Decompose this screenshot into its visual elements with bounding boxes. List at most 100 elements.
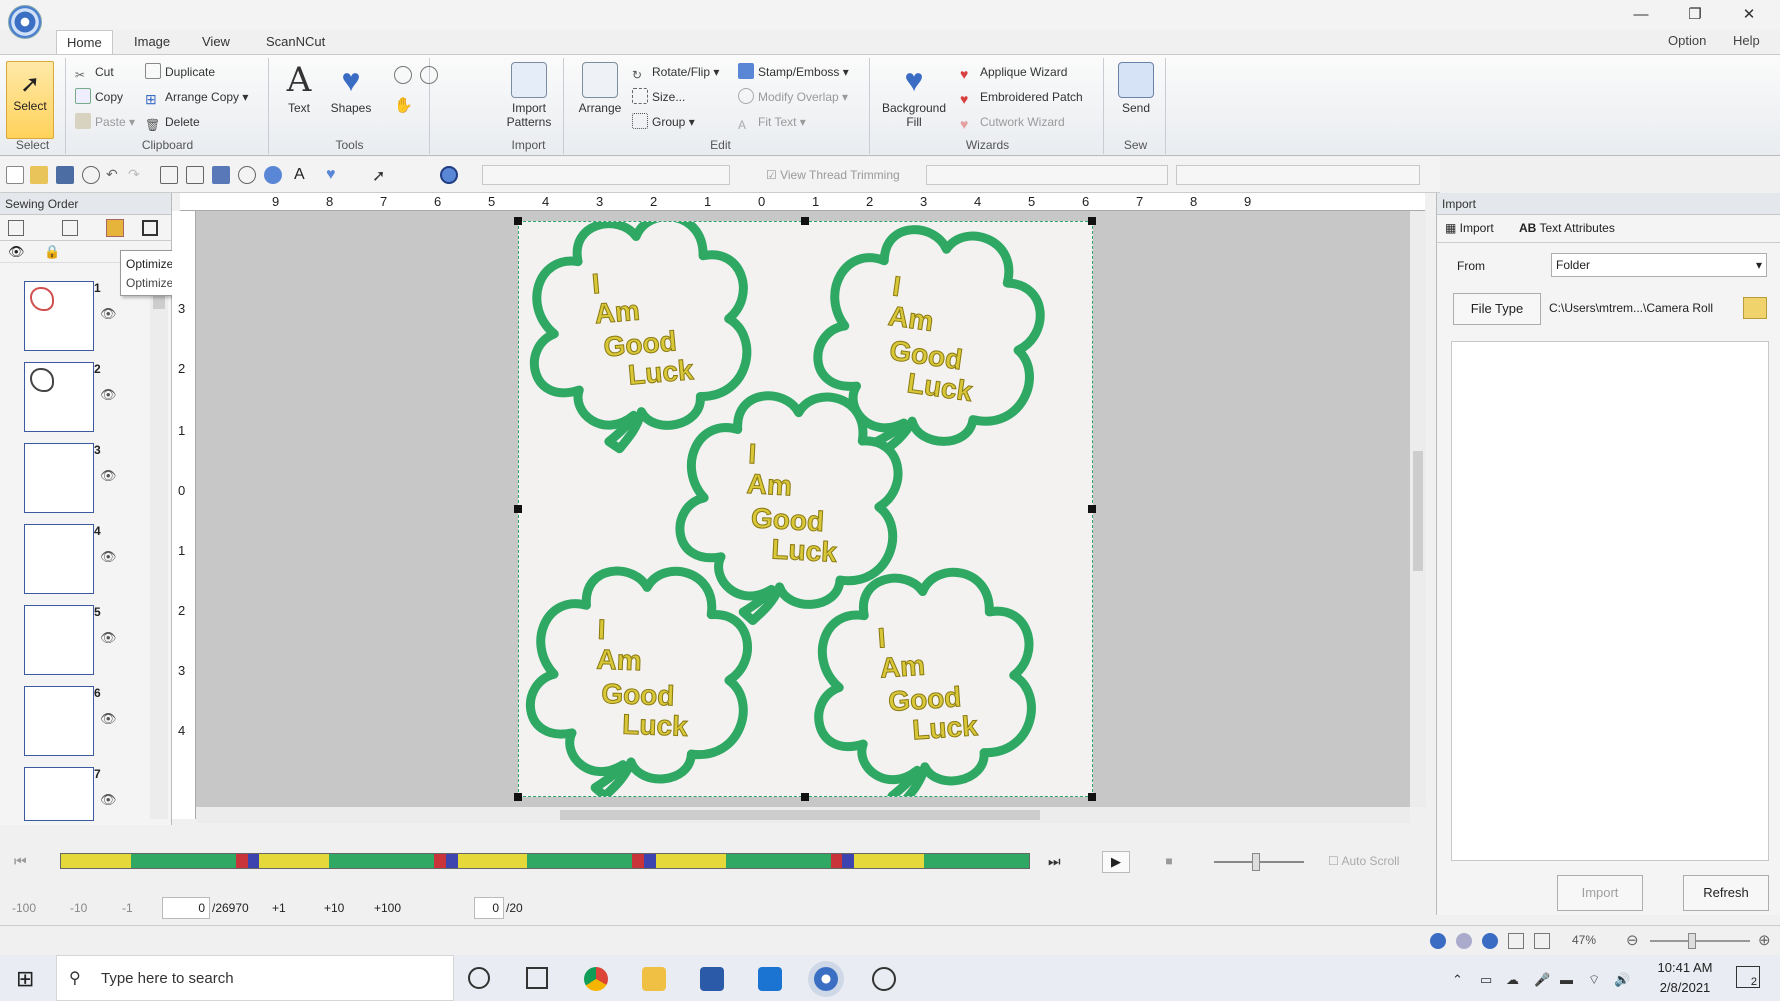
step-plus100-button[interactable]: +100	[374, 901, 401, 915]
step-plus1-button[interactable]: +1	[272, 901, 286, 915]
window-icon[interactable]	[212, 166, 230, 184]
view-mode-icon[interactable]	[1430, 933, 1446, 949]
eye-icon[interactable]: 👁	[100, 468, 117, 484]
background-fill-button[interactable]: ♥ Background Fill	[876, 62, 952, 129]
eye-icon[interactable]: 👁	[100, 792, 117, 808]
preview-icon[interactable]	[82, 166, 100, 184]
frame-icon[interactable]	[160, 166, 178, 184]
stitch-dropdown[interactable]	[926, 165, 1168, 185]
import-button[interactable]: Import	[1557, 875, 1643, 911]
resize-handle[interactable]	[514, 505, 522, 513]
chrome-icon[interactable]	[584, 967, 608, 991]
auto-scroll-checkbox[interactable]: ☐ Auto Scroll	[1328, 854, 1399, 868]
step-minus100-button[interactable]: -100	[12, 901, 36, 915]
text-attributes-tab[interactable]: AB Text Attributes	[1519, 221, 1615, 235]
browse-folder-icon[interactable]	[1743, 297, 1767, 319]
stitch-input[interactable]: 0	[162, 897, 210, 919]
list-item[interactable]	[24, 605, 94, 675]
view-mode-icon[interactable]	[1482, 933, 1498, 949]
play-button[interactable]: ▶	[1102, 851, 1130, 873]
shape-tool-icon[interactable]	[264, 166, 282, 184]
battery-icon[interactable]: ▬	[1560, 972, 1573, 987]
cloud-icon[interactable]: ☁	[1506, 972, 1519, 988]
modify-overlap-button[interactable]: Modify Overlap ▾	[738, 87, 848, 107]
circle-tool-icon[interactable]	[440, 166, 458, 184]
eye-icon[interactable]: 👁	[100, 549, 117, 565]
cut-button[interactable]: ✂ Cut	[75, 62, 114, 82]
import-tab[interactable]: ▦ Import	[1445, 221, 1494, 235]
tab-image[interactable]: Image	[124, 30, 180, 54]
lock-icon[interactable]: 🔒	[44, 244, 60, 260]
app-logo-icon[interactable]	[8, 5, 42, 39]
resize-handle[interactable]	[801, 217, 809, 225]
resize-handle[interactable]	[514, 217, 522, 225]
eye-icon[interactable]: 👁	[100, 711, 117, 727]
embroidery-app-icon[interactable]	[814, 967, 838, 991]
import-patterns-button[interactable]: Import Patterns	[498, 62, 560, 129]
option-menu[interactable]: Option	[1668, 30, 1706, 52]
list-item[interactable]	[24, 281, 94, 351]
attribute-dropdown[interactable]	[1176, 165, 1420, 185]
resize-handle[interactable]	[801, 793, 809, 801]
optimize-sewing-order-icon[interactable]	[106, 219, 124, 237]
resize-handle[interactable]	[1088, 505, 1096, 513]
zoom-out-icon[interactable]	[420, 66, 438, 84]
save-icon[interactable]	[56, 166, 74, 184]
rotate-flip-button[interactable]: ↻ Rotate/Flip ▾	[632, 62, 719, 82]
arrange-button[interactable]: Arrange	[574, 62, 626, 115]
shapes-button[interactable]: ♥ Shapes	[326, 62, 376, 115]
grid-view-icon[interactable]	[1508, 933, 1524, 949]
delete-button[interactable]: 🗑 Delete	[145, 112, 200, 132]
resize-handle[interactable]	[514, 793, 522, 801]
tab-scanncut[interactable]: ScanNCut	[256, 30, 335, 54]
copy-button[interactable]: Copy	[75, 87, 123, 107]
from-select[interactable]: Folder ▾	[1551, 253, 1767, 277]
chevron-up-icon[interactable]: ⌃	[1452, 972, 1463, 988]
send-button[interactable]: Send	[1112, 62, 1160, 115]
help-menu[interactable]: Help	[1733, 30, 1760, 52]
size-button[interactable]: Size...	[632, 87, 685, 107]
microphone-icon[interactable]: 🎤	[1534, 972, 1550, 988]
sewing-order-scrollbar[interactable]	[150, 263, 168, 819]
stamp-emboss-button[interactable]: Stamp/Emboss ▾	[738, 62, 849, 82]
page-icon[interactable]	[186, 166, 204, 184]
zoom-in-icon[interactable]	[394, 66, 412, 84]
wifi-icon[interactable]: ⌔	[1588, 972, 1600, 988]
close-button[interactable]: ✕	[1726, 2, 1772, 28]
applique-wizard-button[interactable]: ♥ Applique Wizard	[960, 62, 1067, 82]
windows-start-icon[interactable]: ⊞	[16, 966, 34, 992]
mail-icon[interactable]	[758, 967, 782, 991]
refresh-button[interactable]: Refresh	[1683, 875, 1769, 911]
file-explorer-icon[interactable]	[642, 967, 666, 991]
select-all-icon[interactable]	[8, 220, 24, 236]
select-button[interactable]: ➚ Select	[6, 61, 54, 139]
sort-icon[interactable]	[62, 220, 78, 236]
stop-button[interactable]: ■	[1158, 851, 1180, 873]
resize-handle[interactable]	[1088, 793, 1096, 801]
file-type-button[interactable]: File Type	[1453, 293, 1541, 325]
task-view-icon[interactable]	[526, 967, 548, 989]
color-index-input[interactable]: 0	[474, 897, 504, 919]
duplicate-button[interactable]: Duplicate	[145, 62, 215, 82]
eye-icon[interactable]: 👁	[100, 306, 117, 322]
cutwork-wizard-button[interactable]: ♥ Cutwork Wizard	[960, 112, 1065, 132]
undo-icon[interactable]: ↶	[106, 166, 124, 184]
clock-date[interactable]: 2/8/2021	[1650, 980, 1720, 995]
restore-button[interactable]: ❐	[1672, 2, 1718, 28]
new-file-icon[interactable]	[6, 166, 24, 184]
group-button[interactable]: Group ▾	[632, 112, 695, 132]
hand-icon[interactable]: ✋	[394, 96, 413, 114]
skip-start-icon[interactable]: ⏮	[14, 853, 27, 870]
zoom-in-button[interactable]: ⊕	[1758, 931, 1771, 949]
zoom-out-button[interactable]: ⊖	[1626, 931, 1639, 949]
list-item[interactable]	[24, 686, 94, 756]
list-item[interactable]	[24, 443, 94, 513]
text-button[interactable]: A Text	[276, 62, 322, 115]
help-circle-icon[interactable]	[238, 166, 256, 184]
eye-toggle-icon[interactable]: 👁	[8, 244, 25, 260]
list-item[interactable]	[24, 767, 94, 821]
eye-icon[interactable]: 👁	[100, 630, 117, 646]
redo-icon[interactable]: ↷	[128, 166, 146, 184]
list-item[interactable]	[24, 362, 94, 432]
notification-center-icon[interactable]: 2	[1736, 966, 1760, 988]
